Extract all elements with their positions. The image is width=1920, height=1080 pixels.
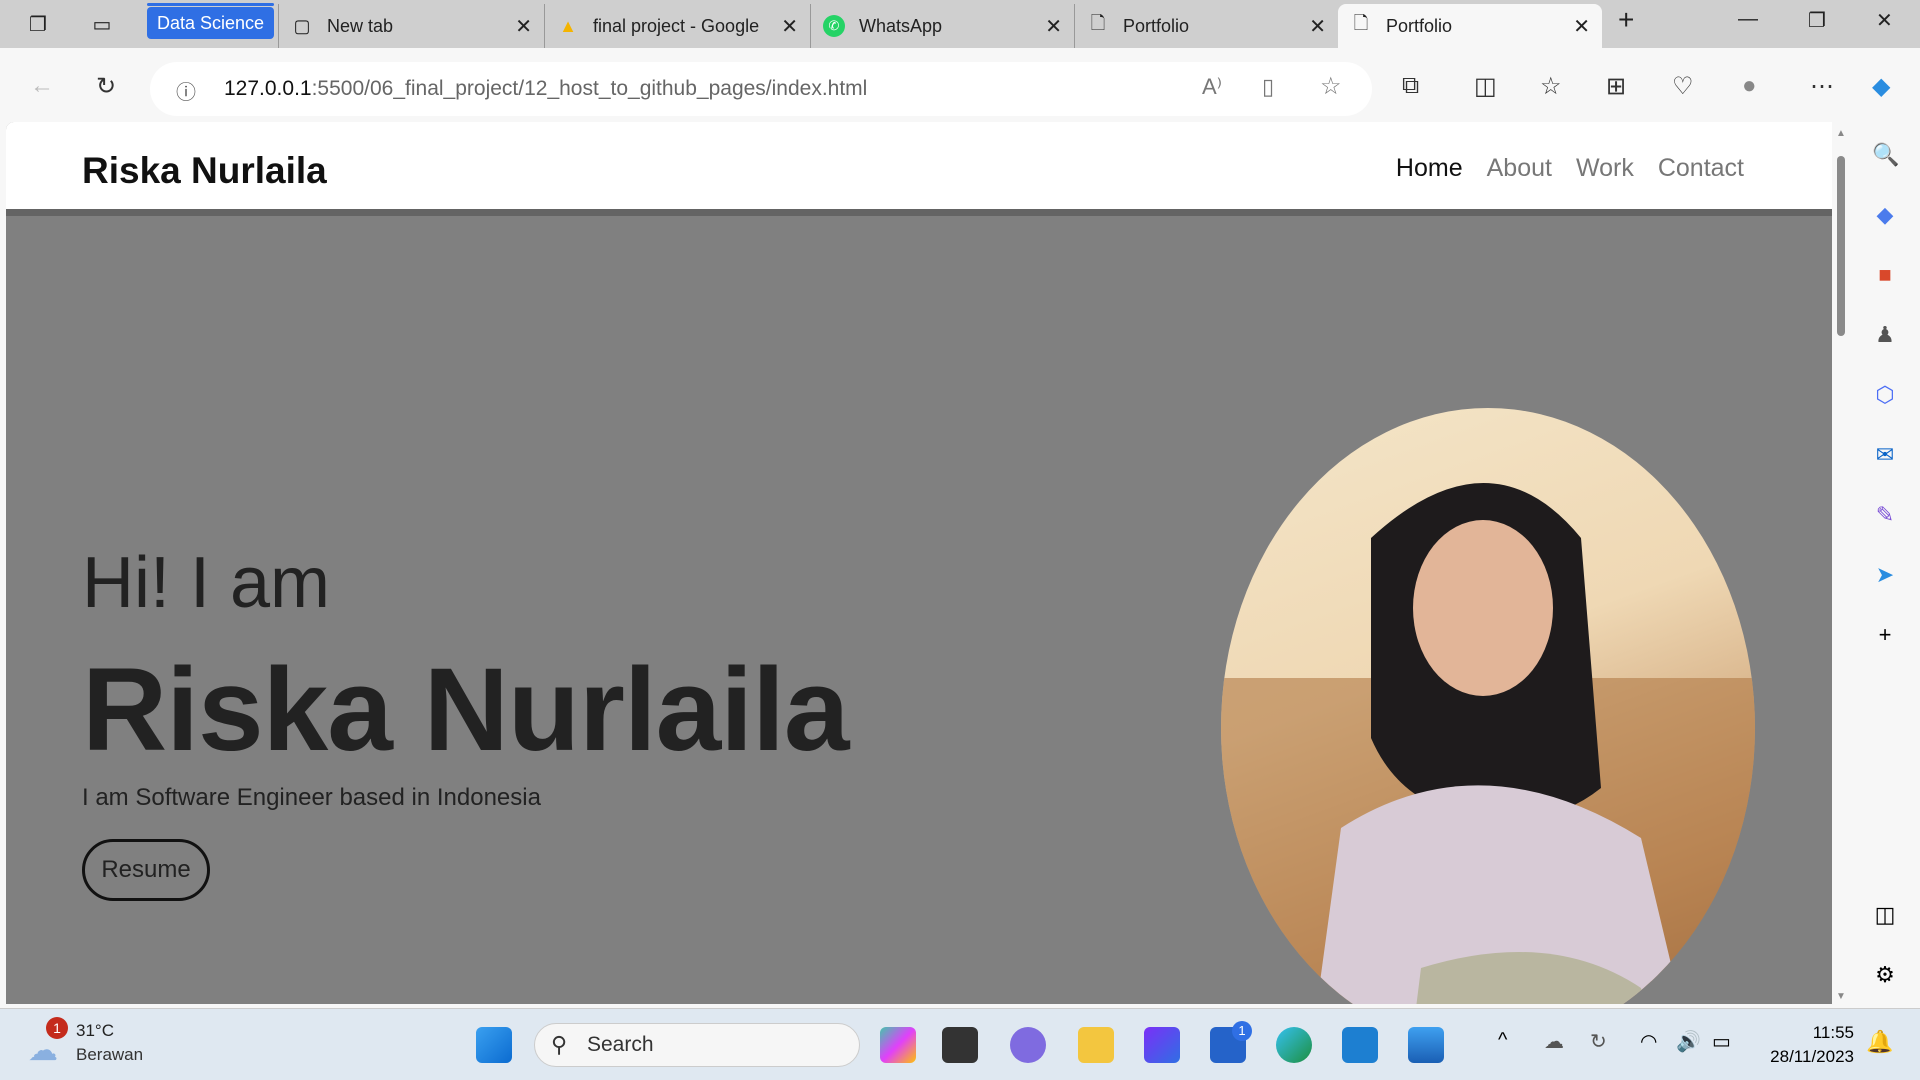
edge-sidebar: 🔍 ◆ ■ ♟ ⬡ ✉ ✎ ➤ + ◫ ⚙ (1850, 122, 1920, 1008)
tools-icon[interactable]: ■ (1872, 262, 1898, 288)
file-explorer-icon[interactable] (1078, 1027, 1114, 1063)
outlook-icon[interactable]: ✉ (1872, 442, 1898, 468)
tab-title: final project - Google (593, 15, 760, 36)
search-icon: ⚲ (551, 1032, 568, 1057)
taskbar-search[interactable]: ⚲ Search (534, 1023, 860, 1067)
vscode-icon[interactable] (1342, 1027, 1378, 1063)
whatsapp-icon: ✆ (823, 15, 845, 37)
settings-gear-icon[interactable]: ⚙ (1872, 962, 1898, 988)
close-tab-icon[interactable]: ✕ (515, 14, 532, 39)
site-brand[interactable]: Riska Nurlaila (82, 150, 327, 192)
weather-desc[interactable]: Berawan (76, 1045, 143, 1065)
tab-bar: ❐ ▭ Data Science ▢ New tab ✕ ▲ final projec… (0, 0, 1920, 48)
tab-portfolio-active[interactable]: 🗋 Portfolio ✕ (1338, 4, 1602, 48)
favorites-icon[interactable]: ☆ (1540, 72, 1562, 101)
tab-title: New tab (327, 15, 394, 36)
search-icon[interactable]: 🔍 (1872, 142, 1899, 168)
edge-icon[interactable] (1276, 1027, 1312, 1063)
teams-chat-icon[interactable] (1010, 1027, 1046, 1063)
microsoft-365-icon[interactable]: ⬡ (1872, 382, 1898, 408)
new-tab-icon: ▢ (293, 15, 311, 36)
back-icon[interactable]: ← (30, 72, 54, 100)
app-icon[interactable] (1144, 1027, 1180, 1063)
drop-icon[interactable]: ➤ (1872, 562, 1898, 588)
site-navbar: Riska Nurlaila Home About Work Contact (6, 122, 1832, 216)
close-tab-icon[interactable]: ✕ (1045, 14, 1062, 39)
vertical-tabs-icon[interactable]: ▭ (88, 10, 116, 38)
battery-icon[interactable]: ▭ (1712, 1029, 1731, 1054)
close-tab-icon[interactable]: ✕ (781, 14, 798, 39)
notification-bell-icon[interactable]: 🔔 (1866, 1029, 1893, 1055)
scroll-down-icon[interactable]: ▼ (1836, 991, 1846, 1002)
profile-avatar[interactable]: ● (1742, 72, 1757, 100)
weather-temp[interactable]: 31°C (76, 1021, 114, 1041)
close-tab-icon[interactable]: ✕ (1573, 14, 1590, 39)
tab-title: Portfolio (1386, 15, 1453, 36)
games-icon[interactable]: ♟ (1872, 322, 1898, 348)
shopping-tag-icon[interactable]: ◆ (1872, 202, 1898, 228)
workspaces-icon[interactable]: ❐ (24, 10, 52, 38)
tab-whatsapp[interactable]: ✆ WhatsApp ✕ (810, 4, 1074, 48)
wifi-icon[interactable]: ◠ (1640, 1029, 1657, 1054)
hide-sidebar-icon[interactable]: ◫ (1872, 902, 1898, 928)
tab-title: WhatsApp (859, 15, 943, 36)
address-bar[interactable]: ⓘ 127.0.0.1:5500/06_final_project/12_hos… (150, 62, 1372, 116)
profile-photo (1221, 408, 1755, 1004)
extensions-icon[interactable]: ⧉ (1402, 72, 1419, 100)
immersive-reader-icon[interactable]: ▯ (1262, 74, 1274, 100)
minimize-button[interactable]: — (1738, 8, 1758, 31)
terminal-icon[interactable] (942, 1027, 978, 1063)
nav-links: Home About Work Contact (1396, 154, 1744, 183)
close-tab-icon[interactable]: ✕ (1309, 14, 1326, 39)
nav-work[interactable]: Work (1576, 154, 1634, 183)
tab-title: Portfolio (1123, 15, 1190, 36)
browser-essentials-icon[interactable]: ♡ (1672, 72, 1694, 101)
tab-group-label[interactable]: Data Science (147, 3, 275, 39)
read-aloud-icon[interactable]: A⁾ (1202, 74, 1222, 100)
site-info-icon[interactable]: ⓘ (176, 76, 196, 105)
hero-greeting: Hi! I am (82, 543, 331, 623)
page-scrollbar[interactable]: ▲ ▼ (1832, 122, 1850, 1004)
add-sidebar-app-icon[interactable]: + (1872, 622, 1898, 648)
tray-chevron-icon[interactable]: ^ (1498, 1029, 1507, 1052)
refresh-icon[interactable]: ↻ (96, 72, 116, 101)
start-windows-icon[interactable] (476, 1027, 512, 1063)
designer-icon[interactable]: ✎ (1872, 502, 1898, 528)
more-menu-icon[interactable]: ⋯ (1810, 72, 1834, 101)
nav-about[interactable]: About (1487, 154, 1552, 183)
close-window-button[interactable]: ✕ (1876, 8, 1893, 33)
sync-icon[interactable]: ↻ (1590, 1029, 1607, 1054)
search-placeholder: Search (587, 1033, 654, 1056)
nav-contact[interactable]: Contact (1658, 154, 1744, 183)
page-icon: 🗋 (1353, 13, 1369, 33)
collections-icon[interactable]: ⊞ (1606, 72, 1626, 101)
clock-time[interactable]: 11:55 (1774, 1023, 1854, 1043)
nav-home[interactable]: Home (1396, 154, 1463, 183)
photos-icon[interactable] (1408, 1027, 1444, 1063)
volume-icon[interactable]: 🔊 (1676, 1029, 1701, 1054)
clock-date[interactable]: 28/11/2023 (1754, 1047, 1854, 1067)
restore-button[interactable]: ❐ (1808, 8, 1826, 33)
scroll-up-icon[interactable]: ▲ (1836, 128, 1846, 139)
split-screen-icon[interactable]: ◫ (1474, 72, 1497, 101)
hero-tagline: I am Software Engineer based in Indonesi… (82, 784, 541, 811)
favorite-star-icon[interactable]: ☆ (1320, 72, 1342, 101)
scrollbar-thumb[interactable] (1837, 156, 1845, 336)
tab-portfolio[interactable]: 🗋 Portfolio ✕ (1074, 4, 1338, 48)
weather-badge: 1 (46, 1017, 68, 1039)
page-icon: 🗋 (1090, 13, 1106, 33)
new-tab-button[interactable]: + (1618, 4, 1634, 36)
google-drive-icon: ▲ (559, 15, 577, 36)
url-text[interactable]: 127.0.0.1:5500/06_final_project/12_host_… (224, 77, 867, 101)
store-badge: 1 (1232, 1021, 1252, 1041)
tab-final-project[interactable]: ▲ final project - Google ✕ (544, 4, 810, 48)
hero-name: Riska Nurlaila (82, 644, 849, 776)
onedrive-icon[interactable]: ☁ (1544, 1029, 1564, 1054)
copilot-icon[interactable]: ◆ (1872, 72, 1890, 101)
windows-taskbar: ☁ 1 31°C Berawan ⚲ Search 1 ^ ☁ ↻ ◠ 🔊 ▭ 1… (0, 1008, 1920, 1080)
tab-new-tab[interactable]: ▢ New tab ✕ (278, 4, 544, 48)
resume-button[interactable]: Resume (82, 839, 210, 901)
copilot-preview-icon[interactable] (880, 1027, 916, 1063)
page-viewport: Riska Nurlaila Home About Work Contact H… (6, 122, 1832, 1004)
